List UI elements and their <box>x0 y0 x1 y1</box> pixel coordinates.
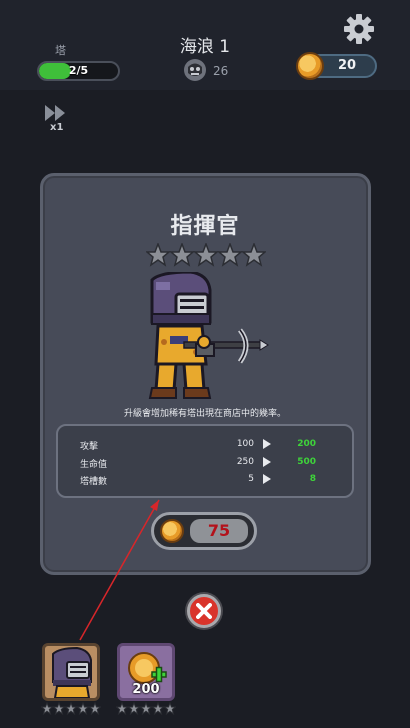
commander-character-sprite <box>148 272 269 399</box>
commander-star-rating <box>41 702 101 716</box>
star-icon <box>146 243 172 267</box>
tower-progress-bar: 2/5 <box>37 61 120 81</box>
star-icon <box>41 702 54 716</box>
star-icon <box>240 243 266 267</box>
enemy-skull-icon <box>184 59 206 81</box>
stat-next: 200 <box>297 439 316 449</box>
stat-name: 生命值 <box>80 460 108 470</box>
commander-card[interactable] <box>42 643 100 701</box>
stats-table: 攻擊 100 200 生命值 250 500 塔槽數 5 8 <box>56 424 354 498</box>
star-icon <box>168 243 196 267</box>
upgrade-price: 75 <box>190 519 248 543</box>
star-icon <box>52 702 66 716</box>
tower-progress-text: 2/5 <box>68 64 89 77</box>
commander-helmet-icon <box>52 646 92 698</box>
close-button[interactable] <box>187 594 221 628</box>
stat-next: 500 <box>297 457 316 467</box>
coin-card-value: 200 <box>132 682 160 697</box>
arrow-right-icon <box>263 439 271 449</box>
star-rating <box>146 243 266 267</box>
stat-name: 塔槽數 <box>80 477 108 487</box>
settings-gear-icon[interactable] <box>343 13 375 45</box>
speed-toggle-button[interactable]: x1 <box>43 103 73 133</box>
top-bar: 塔 2/5 海浪 1 26 20 <box>0 0 410 90</box>
tower-label: 塔 <box>55 44 66 57</box>
speed-label: x1 <box>50 122 63 133</box>
upgrade-description: 升級會增加稀有塔出現在商店中的幾率。 <box>123 409 286 419</box>
stat-row-health: 生命值 250 500 <box>80 457 316 472</box>
fast-forward-icon <box>45 105 65 121</box>
star-icon <box>139 702 153 716</box>
coin-balance: 20 <box>296 52 377 80</box>
stat-name: 攻擊 <box>80 442 99 452</box>
star-icon <box>127 702 141 716</box>
arrow-right-icon <box>263 457 271 467</box>
coin-icon <box>296 52 324 80</box>
star-icon <box>216 243 244 267</box>
coin-amount: 20 <box>337 58 357 73</box>
star-icon <box>64 702 78 716</box>
upgrade-buy-button[interactable]: 75 <box>151 512 257 550</box>
coin-card-star-rating <box>116 702 176 716</box>
close-icon <box>196 603 212 619</box>
star-icon <box>163 702 176 716</box>
stat-row-tower-slots: 塔槽數 5 8 <box>80 474 316 489</box>
wave-title: 海浪 1 <box>179 37 231 57</box>
coin-bonus-card[interactable]: 200 <box>117 643 175 701</box>
stat-current: 5 <box>248 474 254 484</box>
star-icon <box>192 243 220 267</box>
star-icon <box>116 702 129 716</box>
star-icon <box>76 702 90 716</box>
stat-current: 250 <box>236 457 254 467</box>
panel-title: 指揮官 <box>170 214 240 239</box>
enemy-count: 26 <box>213 64 229 78</box>
stat-row-attack: 攻擊 100 200 <box>80 439 316 454</box>
arrow-right-icon <box>263 474 271 484</box>
stat-next: 8 <box>309 474 316 484</box>
stat-current: 100 <box>236 439 254 449</box>
star-icon <box>88 702 101 716</box>
star-icon <box>151 702 165 716</box>
coin-icon <box>160 519 184 543</box>
